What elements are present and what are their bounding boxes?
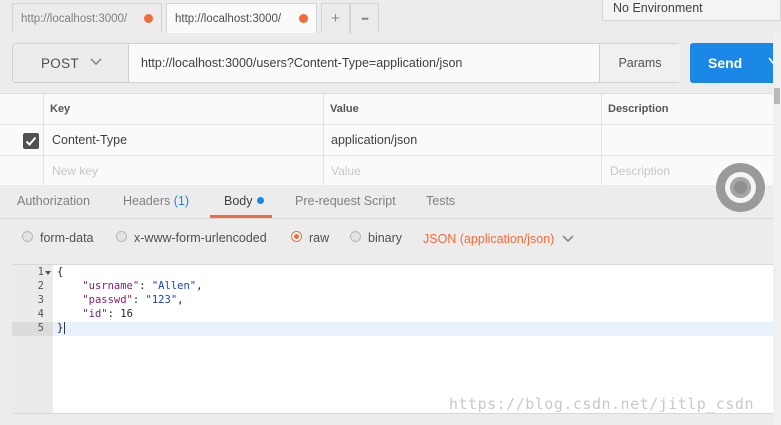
- new-value-input[interactable]: Value: [324, 156, 361, 186]
- tab-options-button[interactable]: •••: [350, 3, 379, 33]
- tab-headers[interactable]: Headers (1): [123, 194, 189, 208]
- line-number: 4: [37, 308, 44, 320]
- line-number: 1: [37, 266, 44, 278]
- urlencoded-label[interactable]: x-www-form-urlencoded: [134, 231, 267, 245]
- tab-headers-label: Headers: [123, 194, 171, 208]
- fold-arrow-icon[interactable]: [45, 271, 51, 275]
- request-tab-1[interactable]: http://localhost:3000/: [12, 3, 162, 33]
- column-header-description: Description: [608, 103, 669, 115]
- request-tab-2[interactable]: http://localhost:3000/: [166, 3, 317, 33]
- table-row-new: New key Value Description: [0, 156, 773, 186]
- column-divider: [323, 94, 324, 186]
- content-type-dropdown[interactable]: JSON (application/json): [423, 232, 574, 246]
- chevron-down-icon: [562, 235, 574, 243]
- unsaved-dot-icon: [299, 14, 308, 23]
- send-button[interactable]: Send: [690, 43, 781, 83]
- new-description-input[interactable]: Description: [603, 156, 670, 186]
- raw-label[interactable]: raw: [309, 231, 329, 245]
- new-tab-button[interactable]: +: [321, 3, 350, 33]
- tab-strip: http://localhost:3000/ http://localhost:…: [0, 0, 600, 33]
- line-number: 3: [37, 294, 44, 306]
- content-type-label: JSON (application/json): [423, 232, 555, 246]
- tab-authorization[interactable]: Authorization: [17, 194, 90, 208]
- radio-form-data[interactable]: [22, 231, 33, 242]
- column-divider: [43, 94, 44, 186]
- watermark-text: https://blog.csdn.net/jitlp_csdn: [449, 395, 754, 413]
- method-dropdown[interactable]: POST: [13, 44, 129, 82]
- code-line: {: [57, 266, 63, 278]
- send-label: Send: [708, 55, 743, 71]
- body-editor[interactable]: 1 2 3 4 5 { "usrname": "Allen", "passwd"…: [12, 264, 773, 414]
- tab-body-label: Body: [224, 194, 253, 208]
- environment-label: No Environment: [613, 1, 703, 15]
- row-enabled-checkbox[interactable]: [23, 133, 39, 149]
- request-section-tabs: Authorization Headers (1) Body Pre-reque…: [0, 185, 773, 219]
- check-icon: [25, 136, 37, 146]
- headers-count-badge: (1): [173, 194, 190, 208]
- table-header-row: Key Value Description: [0, 94, 773, 125]
- code-line: "id": 16: [82, 308, 133, 320]
- code-brace-close: }: [57, 322, 64, 334]
- tab-label: http://localhost:3000/: [175, 12, 282, 25]
- more-icon: •••: [361, 13, 369, 24]
- table-row: Content-Type application/json: [0, 125, 773, 156]
- code-brace-open: {: [57, 266, 64, 278]
- line-number: 5: [37, 322, 44, 334]
- params-label: Params: [618, 56, 662, 70]
- environment-selector[interactable]: No Environment: [602, 0, 781, 21]
- params-button[interactable]: Params: [599, 44, 680, 82]
- json-string-value: "123": [145, 294, 178, 306]
- headers-table: Key Value Description Content-Type appli…: [0, 93, 773, 186]
- body-type-options: form-data x-www-form-urlencoded raw bina…: [0, 219, 773, 264]
- binary-label[interactable]: binary: [368, 231, 402, 245]
- active-tab-indicator: [210, 215, 272, 218]
- chevron-down-icon: [90, 58, 102, 66]
- unsaved-dot-icon: [144, 14, 153, 23]
- json-key: "usrname": [82, 280, 140, 292]
- header-key-cell[interactable]: Content-Type: [45, 125, 127, 155]
- column-header-key: Key: [50, 103, 71, 115]
- plus-icon: +: [331, 10, 340, 27]
- json-key: "id": [82, 308, 108, 320]
- tab-tests[interactable]: Tests: [426, 194, 455, 208]
- code-line: "usrname": "Allen",: [82, 280, 203, 292]
- request-bar: POST http://localhost:3000/users?Content…: [12, 43, 680, 83]
- code-line: "passwd": "123",: [82, 294, 184, 306]
- form-data-label[interactable]: form-data: [40, 231, 94, 245]
- column-header-value: Value: [330, 103, 359, 115]
- tab-label: http://localhost:3000/: [21, 12, 128, 25]
- scrollbar-thumb[interactable]: [774, 88, 780, 104]
- code-line: }: [57, 322, 66, 334]
- text-cursor: [64, 322, 66, 334]
- floating-record-icon[interactable]: [716, 163, 765, 212]
- column-divider: [601, 94, 602, 186]
- tab-prerequest-script[interactable]: Pre-request Script: [295, 194, 396, 208]
- line-number: 2: [37, 280, 44, 292]
- radio-urlencoded[interactable]: [116, 231, 127, 242]
- header-value-cell[interactable]: application/json: [324, 125, 417, 155]
- radio-binary[interactable]: [350, 231, 361, 242]
- body-modified-dot-icon: [256, 197, 264, 205]
- url-input[interactable]: http://localhost:3000/users?Content-Type…: [141, 56, 462, 70]
- tab-body[interactable]: Body: [224, 194, 264, 208]
- method-label: POST: [41, 55, 79, 71]
- radio-raw[interactable]: [291, 231, 302, 242]
- json-string-value: "Allen": [151, 280, 197, 292]
- active-line-highlight: [53, 322, 773, 336]
- new-key-input[interactable]: New key: [45, 156, 98, 186]
- json-number-value: 16: [120, 308, 133, 320]
- header-description-cell[interactable]: [601, 125, 608, 155]
- json-key: "passwd": [82, 294, 133, 306]
